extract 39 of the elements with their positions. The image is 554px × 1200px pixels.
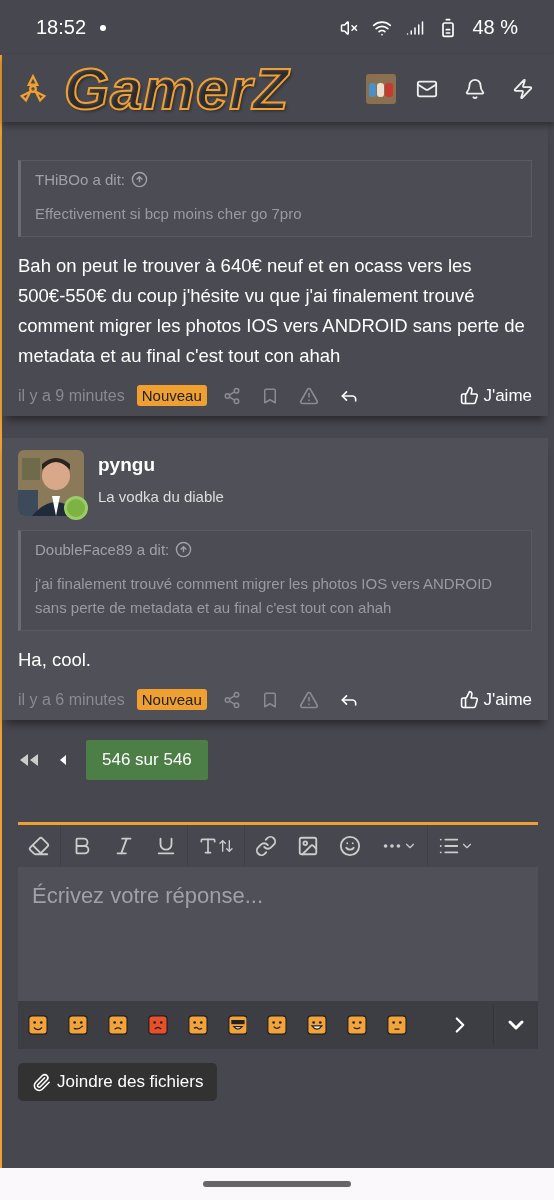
thumbs-up-icon bbox=[460, 386, 480, 405]
previous-page-icon[interactable] bbox=[58, 752, 68, 768]
page-indicator[interactable]: 546 sur 546 bbox=[86, 740, 208, 780]
author-name[interactable]: pyngu bbox=[98, 454, 224, 476]
emoji-icon[interactable] bbox=[307, 1014, 328, 1036]
new-badge: Nouveau bbox=[136, 385, 207, 406]
first-page-icon[interactable] bbox=[18, 752, 40, 768]
paperclip-icon bbox=[32, 1072, 51, 1092]
thumbs-up-icon bbox=[460, 690, 480, 709]
emoji-icon[interactable] bbox=[347, 1014, 368, 1036]
post-text: Ha, cool. bbox=[18, 648, 92, 672]
site-logo[interactable]: GamerZ bbox=[64, 59, 290, 118]
like-button[interactable]: J'aime bbox=[460, 385, 532, 406]
emoji-icon[interactable] bbox=[107, 1014, 128, 1036]
arrow-up-icon bbox=[131, 171, 149, 188]
emoji-icon[interactable] bbox=[267, 1014, 288, 1036]
attach-files-button[interactable]: Joindre des fichiers bbox=[18, 1063, 218, 1101]
quote-author[interactable]: THiBOo a dit: bbox=[35, 171, 517, 188]
quote-author[interactable]: DoubleFace89 a dit: bbox=[35, 541, 517, 558]
author-title: La vodka du diable bbox=[98, 488, 224, 505]
emoji-icon[interactable] bbox=[147, 1014, 168, 1036]
emoji-icon[interactable] bbox=[67, 1014, 88, 1036]
emoji-icon[interactable] bbox=[28, 1014, 48, 1036]
signal-icon bbox=[406, 18, 425, 37]
reply-field[interactable]: Écrivez votre réponse... bbox=[18, 867, 538, 1001]
quote-text: Effectivement si bcp moins cher go 7pro bbox=[35, 204, 303, 224]
post-time[interactable]: il y a 9 minutes bbox=[18, 386, 125, 405]
battery-text: 48 % bbox=[472, 16, 518, 39]
post-text: Bah on peut le trouver à 640€ neuf et en ocass vers les 500€-550€ du coup j'hésite vu que j'ai finalement trouvé comment migrer les photos IOS vers ANDROID sans perte de metadata et au final c'est tout con ahah bbox=[18, 254, 526, 368]
emoji-icon[interactable] bbox=[387, 1014, 408, 1036]
like-button[interactable]: J'aime bbox=[460, 689, 532, 710]
mute-icon bbox=[340, 18, 359, 37]
notification-dot-icon bbox=[100, 24, 107, 31]
quote-text: j'ai finalement trouvé comment migrer les photos IOS vers ANDROID sans perte de metadata et au final c'est tout con ahah bbox=[35, 574, 494, 618]
emoji-icon[interactable] bbox=[227, 1014, 248, 1036]
arrow-up-icon bbox=[175, 541, 193, 558]
emoji-icon[interactable] bbox=[187, 1014, 208, 1036]
clock: 18:52 bbox=[36, 16, 87, 39]
new-badge: Nouveau bbox=[136, 689, 207, 710]
